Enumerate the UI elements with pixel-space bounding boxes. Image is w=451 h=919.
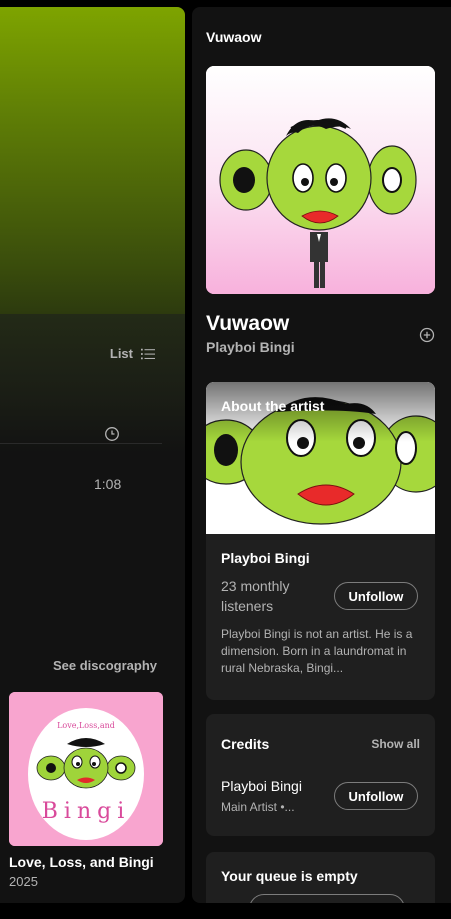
tracklist-header-divider <box>0 443 162 444</box>
song-title[interactable]: Vuwaow <box>206 312 289 336</box>
now-playing-cover-art <box>206 66 435 294</box>
now-playing-cover <box>206 66 435 294</box>
album-card[interactable]: Love,Loss,and Bingi Love, Loss, and Bing… <box>9 692 163 889</box>
now-playing-panel: Vuwaow Vuwaow Playboi Bingi About the ar… <box>192 7 451 903</box>
credit-unfollow-button[interactable]: Unfollow <box>334 782 418 810</box>
credits-show-all-link[interactable]: Show all <box>371 737 420 751</box>
credit-artist-role: Main Artist •... <box>221 800 295 814</box>
artist-name[interactable]: Playboi Bingi <box>221 550 310 566</box>
queue-action-button[interactable] <box>249 894 405 903</box>
clock-icon <box>105 427 119 441</box>
panel-header-title: Vuwaow <box>206 29 262 45</box>
header-gradient-bottom <box>0 314 185 454</box>
credits-card: Credits Show all Playboi Bingi Main Arti… <box>206 714 435 836</box>
queue-empty-title: Your queue is empty <box>221 868 358 884</box>
album-cover: Love,Loss,and Bingi <box>9 692 163 846</box>
unfollow-artist-button[interactable]: Unfollow <box>334 582 418 610</box>
song-artist[interactable]: Playboi Bingi <box>206 339 295 355</box>
artist-bio: Playboi Bingi is not an artist. He is a … <box>221 627 413 675</box>
list-view-label: List <box>109 346 133 361</box>
list-icon <box>141 348 155 359</box>
about-artist-label: About the artist <box>221 398 325 414</box>
about-artist-card[interactable]: About the artist Playboi Bingi 23 monthl… <box>206 382 435 700</box>
list-view-toggle[interactable]: List <box>110 346 155 361</box>
album-title: Love, Loss, and Bingi <box>9 854 154 870</box>
see-discography-link[interactable]: See discography <box>53 658 157 673</box>
album-art-text-bottom: Bingi <box>42 799 131 824</box>
left-panel: List 1:08 See discography Love,Loss,and <box>0 7 185 903</box>
album-year: 2025 <box>9 874 38 889</box>
credit-artist-name[interactable]: Playboi Bingi <box>221 778 302 794</box>
artist-image: About the artist <box>206 382 435 534</box>
queue-card: Your queue is empty <box>206 852 435 903</box>
album-art-text-top: Love,Loss,and <box>57 721 115 730</box>
album-cover-art: Love,Loss,and Bingi <box>9 692 163 846</box>
monthly-listeners: 23 monthly listeners <box>221 578 290 614</box>
credits-title: Credits <box>221 736 270 752</box>
track-duration: 1:08 <box>94 476 122 492</box>
add-to-playlist-icon[interactable] <box>419 327 435 343</box>
